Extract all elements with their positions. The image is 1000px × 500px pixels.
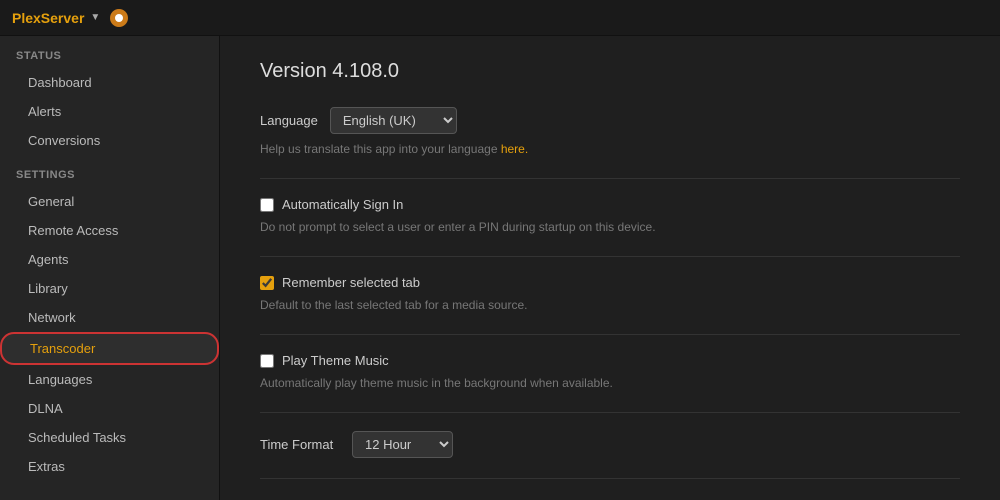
sidebar-item-remote-access[interactable]: Remote Access	[0, 216, 219, 245]
sidebar-item-conversions[interactable]: Conversions	[0, 126, 219, 155]
version-title: Version 4.108.0	[260, 60, 960, 83]
language-desc: Help us translate this app into your lan…	[260, 140, 960, 158]
divider-4	[260, 412, 960, 413]
auto-signin-setting: Automatically Sign In Do not prompt to s…	[260, 197, 960, 236]
time-format-row: Time Format 12 Hour 24 Hour	[260, 431, 960, 458]
sidebar-section-status: Status	[0, 36, 219, 68]
divider-2	[260, 256, 960, 257]
language-select[interactable]: English (UK) English (US) French German …	[330, 107, 457, 134]
auto-signin-row: Automatically Sign In	[260, 197, 960, 212]
time-format-label: Time Format	[260, 437, 340, 452]
language-setting: Language English (UK) English (US) Frenc…	[260, 107, 960, 158]
translate-link[interactable]: here.	[501, 142, 528, 156]
sidebar-item-network[interactable]: Network	[0, 303, 219, 332]
sidebar-item-library[interactable]: Library	[0, 274, 219, 303]
language-label: Language	[260, 113, 318, 128]
play-theme-label[interactable]: Play Theme Music	[282, 353, 389, 368]
language-row: Language English (UK) English (US) Frenc…	[260, 107, 960, 134]
divider-1	[260, 178, 960, 179]
server-title[interactable]: PlexServer ▼	[12, 10, 100, 26]
remember-tab-setting: Remember selected tab Default to the las…	[260, 275, 960, 314]
play-theme-setting: Play Theme Music Automatically play them…	[260, 353, 960, 392]
sidebar-item-scheduled-tasks[interactable]: Scheduled Tasks	[0, 423, 219, 452]
sidebar-item-transcoder[interactable]: Transcoder ◄	[0, 332, 219, 365]
sidebar-item-languages[interactable]: Languages	[0, 365, 219, 394]
auto-signin-desc: Do not prompt to select a user or enter …	[260, 218, 960, 236]
sidebar-item-dashboard[interactable]: Dashboard	[0, 68, 219, 97]
divider-5	[260, 478, 960, 479]
time-format-select[interactable]: 12 Hour 24 Hour	[352, 431, 453, 458]
sidebar-section-settings: Settings	[0, 155, 219, 187]
sidebar: Status Dashboard Alerts Conversions Sett…	[0, 36, 220, 500]
status-icon	[110, 9, 128, 27]
sidebar-item-dlna[interactable]: DLNA	[0, 394, 219, 423]
auto-signin-label[interactable]: Automatically Sign In	[282, 197, 403, 212]
play-theme-checkbox[interactable]	[260, 354, 274, 368]
divider-3	[260, 334, 960, 335]
play-theme-desc: Automatically play theme music in the ba…	[260, 374, 960, 392]
sidebar-item-agents[interactable]: Agents	[0, 245, 219, 274]
sidebar-item-general[interactable]: General	[0, 187, 219, 216]
remember-tab-checkbox[interactable]	[260, 276, 274, 290]
content-area: Version 4.108.0 Language English (UK) En…	[220, 36, 1000, 500]
remember-tab-label[interactable]: Remember selected tab	[282, 275, 420, 290]
remember-tab-row: Remember selected tab	[260, 275, 960, 290]
auto-signin-checkbox[interactable]	[260, 198, 274, 212]
server-name: PlexServer	[12, 10, 84, 26]
remember-tab-desc: Default to the last selected tab for a m…	[260, 296, 960, 314]
topbar: PlexServer ▼	[0, 0, 1000, 36]
play-theme-row: Play Theme Music	[260, 353, 960, 368]
sidebar-item-extras[interactable]: Extras	[0, 452, 219, 481]
chevron-down-icon: ▼	[90, 12, 100, 23]
sidebar-item-alerts[interactable]: Alerts	[0, 97, 219, 126]
time-format-setting: Time Format 12 Hour 24 Hour	[260, 431, 960, 458]
main-layout: Status Dashboard Alerts Conversions Sett…	[0, 36, 1000, 500]
